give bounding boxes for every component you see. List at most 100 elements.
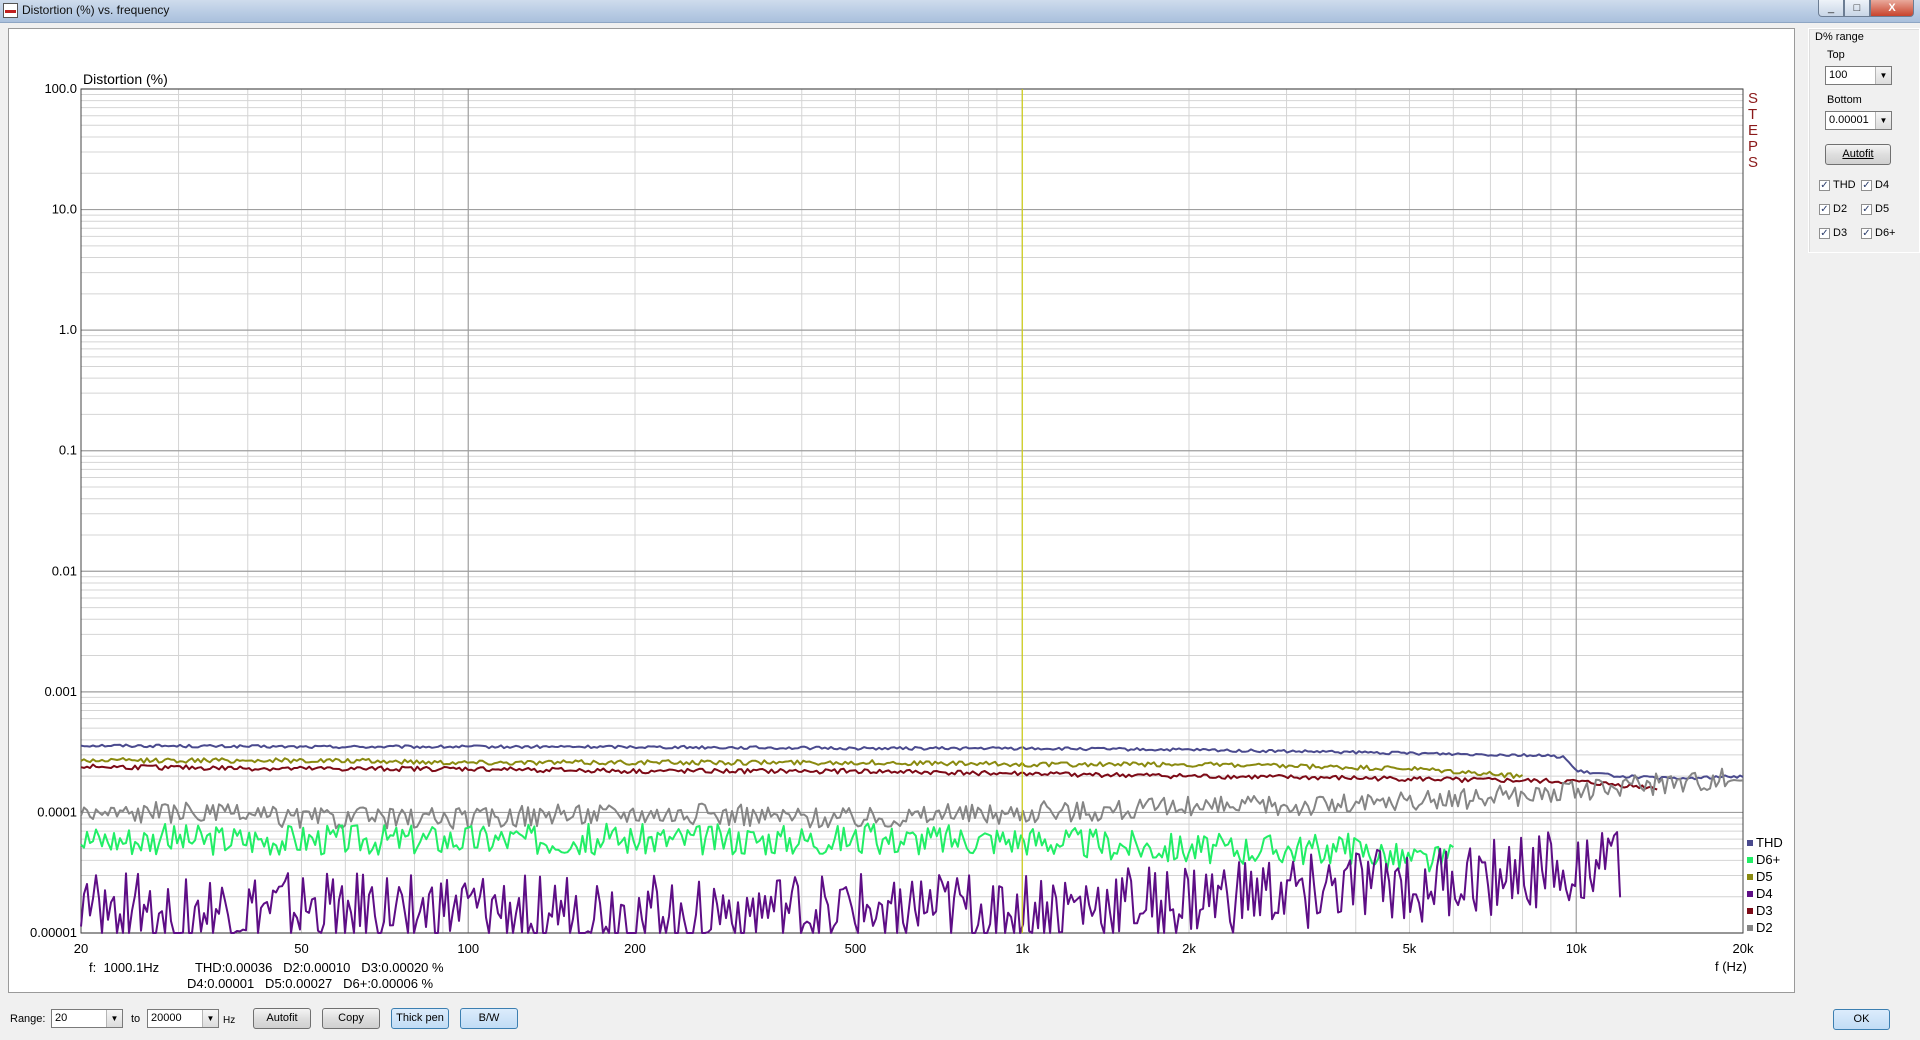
check-icon: ✓ — [1819, 179, 1830, 191]
legend-label: D4 — [1756, 886, 1773, 901]
check-icon: ✓ — [1861, 179, 1872, 191]
x-axis-ticks: 20 50 100 200 500 1k 2k 5k 10k 20k — [74, 941, 1754, 956]
panel-autofit-button[interactable]: Autofit — [1825, 144, 1891, 165]
check-icon: ✓ — [1861, 227, 1872, 239]
ok-button[interactable]: OK — [1833, 1009, 1890, 1030]
major-grid — [81, 88, 1743, 934]
legend-label: D3 — [1756, 903, 1773, 918]
bottom-label: Bottom — [1827, 94, 1862, 106]
thick-pen-button[interactable]: Thick pen — [391, 1008, 449, 1029]
x-tick-label: 1k — [1015, 941, 1029, 956]
x-tick-label: 20k — [1733, 941, 1754, 956]
range-panel: D% range Top 100 ▼ Bottom 0.00001 ▼ Auto… — [1808, 28, 1920, 253]
range-to-value: 20000 — [151, 1012, 182, 1024]
series-line-d4 — [80, 831, 1622, 934]
chevron-down-icon: ▼ — [202, 1010, 218, 1027]
copy-button[interactable]: Copy — [322, 1008, 380, 1029]
copy-label: Copy — [338, 1012, 364, 1024]
legend-label: THD — [1756, 835, 1783, 850]
y-tick-label: 10.0 — [52, 202, 77, 217]
readout-line-1: f: 1000.1Hz THD:0.00036 D2:0.00010 D3:0.… — [89, 960, 444, 975]
checkbox-label: D6+ — [1875, 227, 1896, 239]
x-axis-label: f (Hz) — [1715, 959, 1747, 974]
readout-line-2: D4:0.00001 D5:0.00027 D6+:0.00006 % — [187, 976, 434, 991]
steps-label: STEPS — [1748, 90, 1758, 171]
y-tick-label: 100.0 — [44, 81, 77, 96]
chevron-down-icon: ▼ — [1875, 112, 1891, 129]
steps-letter: T — [1748, 106, 1757, 123]
x-tick-label: 50 — [294, 941, 308, 956]
steps-letter: P — [1748, 138, 1758, 155]
y-tick-label: 0.00001 — [30, 925, 77, 940]
panel-title: D% range — [1815, 31, 1864, 43]
legend-label: D5 — [1756, 869, 1773, 884]
top-range-select[interactable]: 100 ▼ — [1825, 66, 1892, 85]
steps-letter: E — [1748, 122, 1758, 139]
autofit-button[interactable]: Autofit — [253, 1008, 311, 1029]
x-tick-label: 500 — [845, 941, 867, 956]
distortion-graph[interactable]: Distortion (%) 100.0 10.0 1.0 0.1 0.01 0.001 0… — [8, 28, 1795, 993]
thick-pen-label: Thick pen — [396, 1012, 444, 1024]
checkbox-d6plus[interactable]: ✓ D6+ — [1861, 227, 1896, 239]
legend-swatch — [1747, 857, 1753, 863]
app-icon — [3, 3, 18, 18]
y-tick-label: 0.001 — [44, 684, 77, 699]
legend-label: D6+ — [1756, 852, 1780, 867]
checkbox-thd[interactable]: ✓ THD — [1819, 179, 1856, 191]
x-tick-label: 2k — [1182, 941, 1196, 956]
legend-label: D2 — [1756, 920, 1773, 935]
checkbox-d5[interactable]: ✓ D5 — [1861, 203, 1889, 215]
checkbox-d4[interactable]: ✓ D4 — [1861, 179, 1889, 191]
ok-label: OK — [1853, 1013, 1870, 1025]
check-icon: ✓ — [1819, 203, 1830, 215]
legend-swatch — [1747, 840, 1753, 846]
y-tick-label: 1.0 — [59, 322, 77, 337]
y-tick-label: 0.0001 — [37, 804, 77, 819]
legend-swatch — [1747, 874, 1753, 880]
x-tick-label: 20 — [74, 941, 88, 956]
hz-label: Hz — [223, 1015, 236, 1026]
window-title: Distortion (%) vs. frequency — [22, 3, 170, 17]
check-icon: ✓ — [1819, 227, 1830, 239]
top-label: Top — [1827, 49, 1845, 61]
checkbox-d3[interactable]: ✓ D3 — [1819, 227, 1847, 239]
range-from-value: 20 — [55, 1012, 68, 1024]
checkbox-label: D3 — [1833, 227, 1848, 239]
checkbox-label: D5 — [1875, 203, 1890, 215]
title-bar: Distortion (%) vs. frequency _ □ X — [0, 0, 1920, 23]
range-to-select[interactable]: 20000 ▼ — [147, 1009, 219, 1028]
close-button[interactable]: X — [1870, 0, 1914, 17]
chart-title: Distortion (%) — [83, 71, 168, 87]
bw-button[interactable]: B/W — [460, 1008, 518, 1029]
legend-swatch — [1747, 908, 1753, 914]
window-controls: _ □ X — [1818, 0, 1914, 17]
chevron-down-icon: ▼ — [1875, 67, 1891, 84]
top-range-value: 100 — [1829, 69, 1848, 81]
range-label: Range: — [10, 1013, 46, 1025]
bw-label: B/W — [478, 1012, 500, 1024]
y-axis-ticks: 100.0 10.0 1.0 0.1 0.01 0.001 0.0001 0.00001 — [30, 81, 77, 940]
bottom-range-select[interactable]: 0.00001 ▼ — [1825, 111, 1892, 130]
legend-swatch — [1747, 925, 1753, 931]
legend-swatch — [1747, 891, 1753, 897]
legend: THD D6+ D5 D4 D3 D2 — [1747, 835, 1783, 935]
checkbox-label: D4 — [1875, 179, 1890, 191]
steps-letter: S — [1748, 154, 1758, 171]
maximize-button[interactable]: □ — [1844, 0, 1870, 17]
to-label: to — [131, 1013, 141, 1025]
chevron-down-icon: ▼ — [106, 1010, 122, 1027]
x-tick-label: 200 — [624, 941, 646, 956]
minimize-button[interactable]: _ — [1818, 0, 1844, 17]
minor-grid — [80, 89, 1744, 933]
bottom-range-value: 0.00001 — [1829, 114, 1869, 126]
checkbox-label: THD — [1833, 179, 1856, 191]
x-tick-label: 100 — [457, 941, 479, 956]
plot-border — [80, 88, 1744, 934]
checkbox-d2[interactable]: ✓ D2 — [1819, 203, 1847, 215]
checkbox-label: D2 — [1833, 203, 1848, 215]
x-tick-label: 10k — [1566, 941, 1587, 956]
range-from-select[interactable]: 20 ▼ — [51, 1009, 123, 1028]
check-icon: ✓ — [1861, 203, 1872, 215]
y-tick-label: 0.01 — [52, 563, 77, 578]
steps-letter: S — [1748, 90, 1758, 107]
